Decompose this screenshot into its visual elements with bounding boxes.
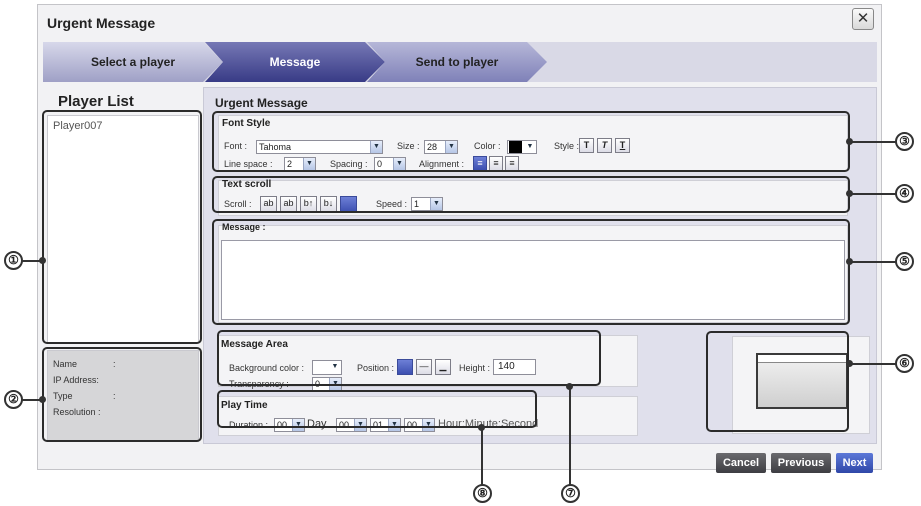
step-select-player[interactable]: Select a player	[43, 42, 223, 82]
cancel-button[interactable]: Cancel	[716, 453, 766, 473]
callout-leader-4	[850, 193, 896, 195]
callout-dot-3	[846, 138, 853, 145]
callout-7: ⑦	[561, 484, 580, 503]
callout-dot-6	[846, 360, 853, 367]
callout-leader-6	[850, 363, 896, 365]
callout-highlight-message-area	[217, 330, 601, 386]
callout-5: ⑤	[895, 252, 914, 271]
callout-highlight-font-style	[212, 111, 850, 172]
previous-button[interactable]: Previous	[771, 453, 831, 473]
callout-leader-5	[850, 261, 896, 263]
callout-4: ④	[895, 184, 914, 203]
panel-title: Urgent Message	[215, 96, 308, 110]
player-list-title: Player List	[58, 93, 134, 110]
callout-3: ③	[895, 132, 914, 151]
callout-leader-3	[850, 141, 896, 143]
callout-2: ②	[4, 390, 23, 409]
step-send-to-player[interactable]: Send to player	[367, 42, 547, 82]
callout-highlight-player-info	[42, 347, 202, 442]
callout-dot-8	[478, 424, 485, 431]
callout-highlight-text-scroll	[212, 176, 850, 213]
dialog-title: Urgent Message	[47, 15, 156, 31]
callout-leader-8	[481, 427, 483, 485]
callout-dot-7	[566, 383, 573, 390]
callout-dot-2	[39, 396, 46, 403]
callout-highlight-play-time	[217, 390, 537, 428]
callout-6: ⑥	[895, 354, 914, 373]
callout-highlight-player-list	[42, 110, 202, 344]
callout-highlight-preview	[706, 331, 849, 432]
close-icon[interactable]: ✕	[852, 8, 874, 30]
callout-dot-1	[39, 257, 46, 264]
callout-highlight-message	[212, 219, 850, 325]
step-message[interactable]: Message	[205, 42, 385, 82]
callout-1: ①	[4, 251, 23, 270]
wizard-steps: Select a player Message Send to player	[43, 42, 877, 82]
next-button[interactable]: Next	[836, 453, 873, 473]
callout-dot-4	[846, 190, 853, 197]
callout-8: ⑧	[473, 484, 492, 503]
callout-dot-5	[846, 258, 853, 265]
callout-leader-7	[569, 386, 571, 485]
